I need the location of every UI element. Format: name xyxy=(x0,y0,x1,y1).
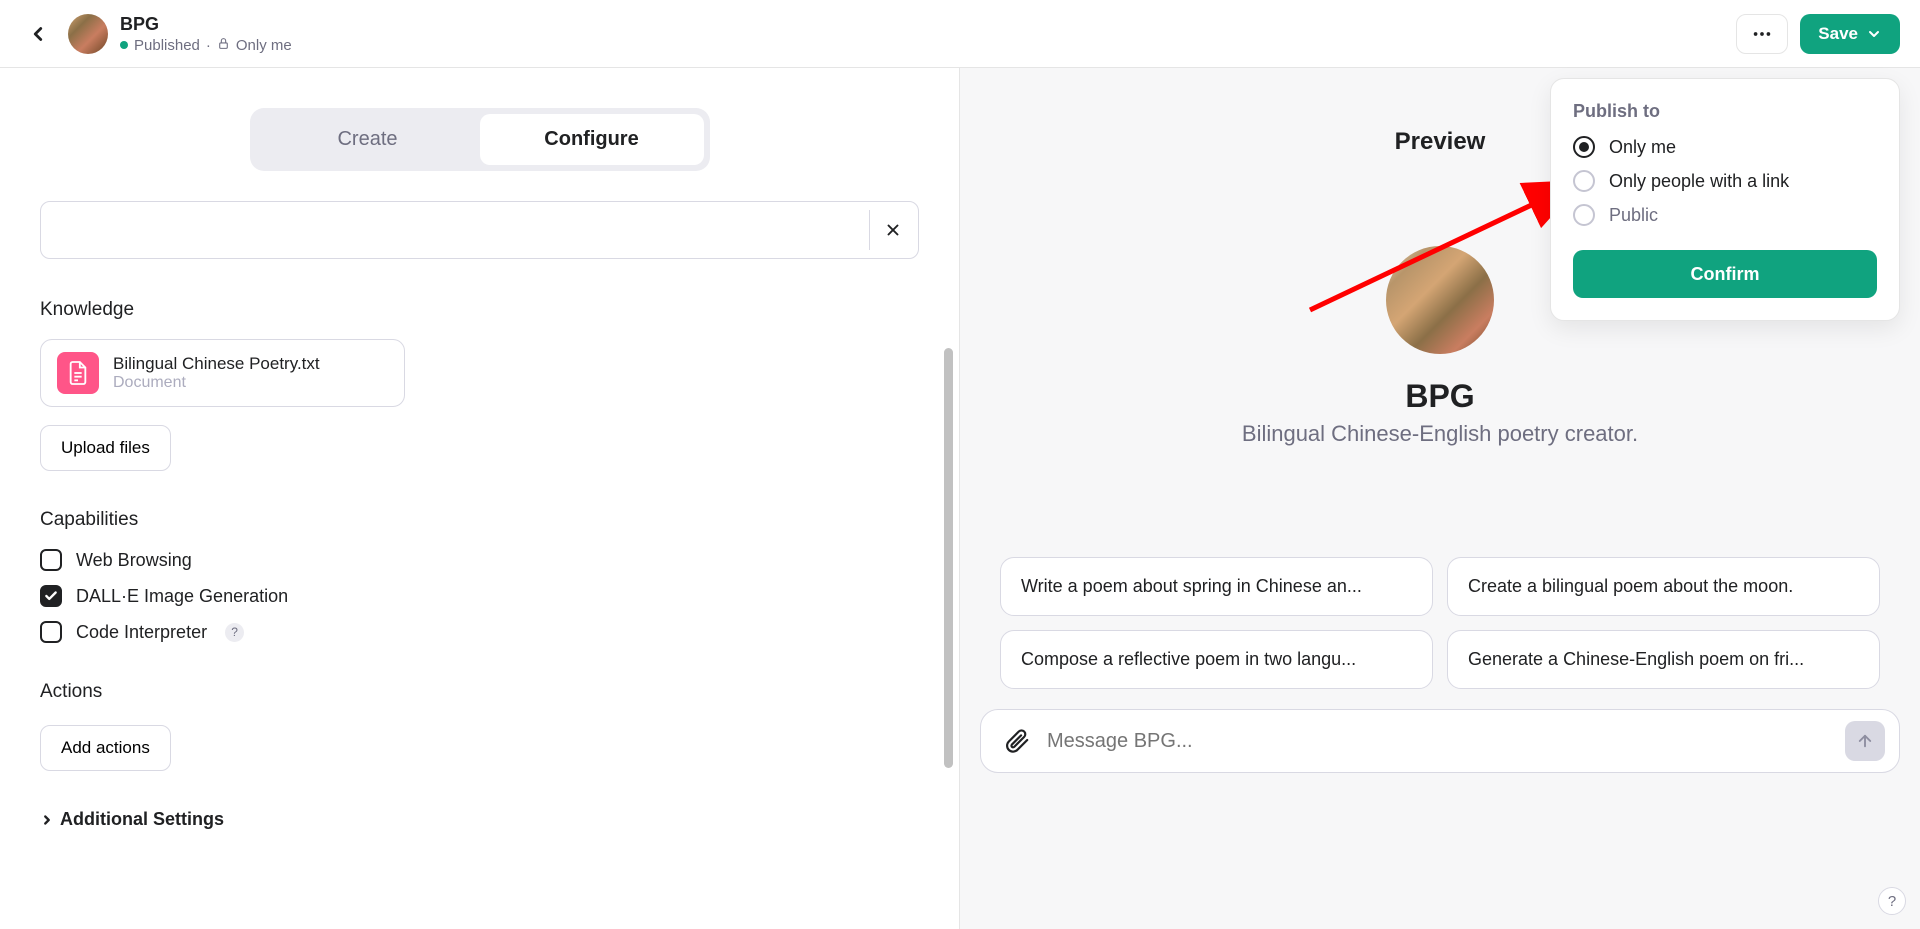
suggestion-chip[interactable]: Create a bilingual poem about the moon. xyxy=(1447,557,1880,616)
capability-web-browsing[interactable]: Web Browsing xyxy=(40,549,919,571)
lock-icon xyxy=(217,37,230,54)
check-icon xyxy=(44,589,58,603)
conversation-starter-input[interactable] xyxy=(51,220,861,240)
chevron-right-icon xyxy=(40,813,54,827)
capability-dalle[interactable]: DALL·E Image Generation xyxy=(40,585,919,607)
tab-create[interactable]: Create xyxy=(256,114,480,165)
preview-heading: Preview xyxy=(1395,128,1486,156)
checkbox-dalle[interactable] xyxy=(40,585,62,607)
configure-pane: Create Configure Knowledge Bilingual Chi… xyxy=(0,68,960,929)
capability-label: Web Browsing xyxy=(76,550,192,571)
chevron-down-icon xyxy=(1866,26,1882,42)
header-right: Save xyxy=(1736,14,1900,54)
back-button[interactable] xyxy=(20,16,56,52)
publish-option-label: Only me xyxy=(1609,137,1676,158)
upload-files-button[interactable]: Upload files xyxy=(40,425,171,471)
clear-input-button[interactable] xyxy=(878,215,908,245)
preview-name: BPG xyxy=(1405,378,1474,415)
actions-label: Actions xyxy=(40,681,919,703)
publish-option-label: Only people with a link xyxy=(1609,171,1789,192)
publish-title: Publish to xyxy=(1573,101,1877,122)
capability-label: DALL·E Image Generation xyxy=(76,586,288,607)
capability-code-interpreter[interactable]: Code Interpreter ? xyxy=(40,621,919,643)
add-actions-button[interactable]: Add actions xyxy=(40,725,171,771)
publish-option-public[interactable]: Public xyxy=(1573,204,1877,226)
suggestion-chip[interactable]: Write a poem about spring in Chinese an.… xyxy=(1000,557,1433,616)
additional-settings-label: Additional Settings xyxy=(60,809,224,830)
send-button[interactable] xyxy=(1845,721,1885,761)
close-icon xyxy=(884,221,902,239)
scrollbar[interactable] xyxy=(944,348,953,768)
ellipsis-icon xyxy=(1751,23,1773,45)
capability-label: Code Interpreter xyxy=(76,622,207,643)
radio-unselected[interactable] xyxy=(1573,204,1595,226)
message-input[interactable] xyxy=(1047,730,1829,753)
gpt-avatar-small xyxy=(68,14,108,54)
suggestion-chip[interactable]: Compose a reflective poem in two langu..… xyxy=(1000,630,1433,689)
file-name: Bilingual Chinese Poetry.txt xyxy=(113,354,320,374)
conversation-starter-input-row xyxy=(40,201,919,259)
publish-popover: Publish to Only me Only people with a li… xyxy=(1550,78,1900,321)
arrow-up-icon xyxy=(1856,732,1874,750)
publish-option-only-me[interactable]: Only me xyxy=(1573,136,1877,158)
tab-group: Create Configure xyxy=(250,108,710,171)
chat-input-wrap xyxy=(980,709,1900,773)
help-icon[interactable]: ? xyxy=(225,623,244,642)
save-button[interactable]: Save xyxy=(1800,14,1900,54)
document-icon xyxy=(57,352,99,394)
additional-settings-toggle[interactable]: Additional Settings xyxy=(40,809,919,830)
checkbox-web-browsing[interactable] xyxy=(40,549,62,571)
title-meta: Published · Only me xyxy=(120,37,292,54)
configure-content: Knowledge Bilingual Chinese Poetry.txt D… xyxy=(0,171,959,922)
file-type: Document xyxy=(113,374,320,392)
title-block: BPG Published · Only me xyxy=(120,14,292,54)
gpt-avatar-large xyxy=(1386,246,1494,354)
preview-description: Bilingual Chinese-English poetry creator… xyxy=(1242,421,1638,447)
status-dot-icon xyxy=(120,41,128,49)
header-left: BPG Published · Only me xyxy=(20,14,292,54)
confirm-button[interactable]: Confirm xyxy=(1573,250,1877,298)
chevron-left-icon xyxy=(27,23,49,45)
status-label: Published xyxy=(134,37,200,54)
knowledge-label: Knowledge xyxy=(40,299,919,321)
paperclip-icon xyxy=(1004,728,1030,754)
attach-button[interactable] xyxy=(1003,727,1031,755)
save-label: Save xyxy=(1818,24,1858,44)
suggestion-grid: Write a poem about spring in Chinese an.… xyxy=(980,557,1900,689)
help-bubble[interactable]: ? xyxy=(1878,887,1906,915)
checkbox-code-interpreter[interactable] xyxy=(40,621,62,643)
file-info: Bilingual Chinese Poetry.txt Document xyxy=(113,354,320,392)
knowledge-file-item[interactable]: Bilingual Chinese Poetry.txt Document xyxy=(40,339,405,407)
gpt-title: BPG xyxy=(120,14,292,35)
chat-input xyxy=(980,709,1900,773)
publish-option-link[interactable]: Only people with a link xyxy=(1573,170,1877,192)
radio-unselected[interactable] xyxy=(1573,170,1595,192)
tab-configure[interactable]: Configure xyxy=(480,114,704,165)
header-bar: BPG Published · Only me Save xyxy=(0,0,1920,68)
publish-option-label: Public xyxy=(1609,205,1658,226)
radio-selected[interactable] xyxy=(1573,136,1595,158)
more-menu-button[interactable] xyxy=(1736,14,1788,54)
capabilities-label: Capabilities xyxy=(40,509,919,531)
visibility-label: Only me xyxy=(236,37,292,54)
suggestion-chip[interactable]: Generate a Chinese-English poem on fri..… xyxy=(1447,630,1880,689)
